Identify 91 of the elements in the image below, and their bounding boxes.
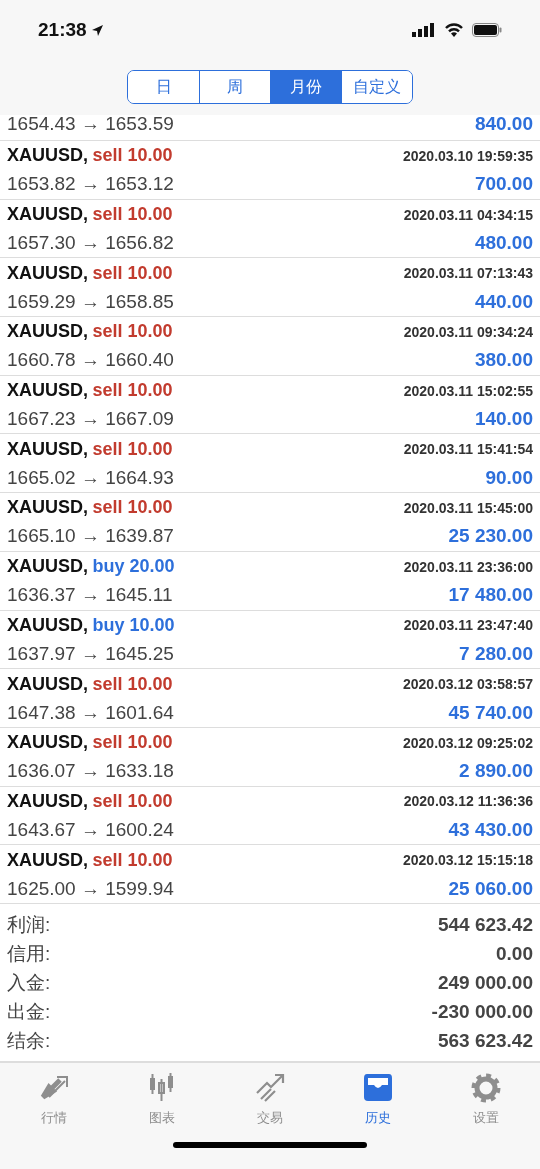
- summary-label: 信用:: [7, 941, 51, 966]
- signal-icon: [412, 23, 436, 37]
- order-volume: sell 10.00: [92, 380, 173, 401]
- price-range: 1665.02 → 1664.93: [7, 465, 174, 490]
- order-volume: sell 10.00: [92, 262, 173, 283]
- symbol-text: XAUUSD,: [7, 849, 88, 870]
- summary-value: 544 623.42: [437, 912, 533, 937]
- profit-value: 700.00: [474, 172, 533, 197]
- symbol-text: XAUUSD,: [7, 673, 88, 694]
- trade-time: 2020.03.12 09:25:02: [403, 733, 533, 753]
- order-volume: sell 10.00: [92, 673, 173, 694]
- order-volume: sell 10.00: [92, 732, 173, 753]
- order-volume: sell 10.00: [92, 438, 173, 459]
- trade-time: 2020.03.11 23:47:40: [403, 616, 533, 636]
- order-volume: sell 10.00: [92, 145, 173, 166]
- symbol-text: XAUUSD,: [7, 497, 88, 518]
- price-range: 1636.37 → 1645.11: [7, 583, 173, 608]
- order-volume: sell 10.00: [92, 204, 173, 225]
- summary-value: 563 623.42: [437, 1028, 533, 1053]
- trade-time: 2020.03.11 23:36:00: [403, 557, 533, 577]
- order-volume: buy 20.00: [92, 556, 175, 577]
- profit-value: 140.00: [474, 407, 533, 432]
- symbol-text: XAUUSD,: [7, 614, 88, 635]
- order-volume: sell 10.00: [92, 790, 173, 811]
- price-range: 1659.29 → 1658.85: [7, 289, 174, 314]
- profit-value: 380.00: [474, 348, 533, 373]
- battery-icon: [472, 23, 502, 37]
- period-tab[interactable]: 周: [199, 71, 270, 103]
- symbol-text: XAUUSD,: [7, 262, 88, 283]
- order-volume: sell 10.00: [92, 497, 173, 518]
- wifi-icon: [444, 22, 464, 38]
- trade-time: 2020.03.12 11:36:36: [403, 792, 533, 812]
- trade-time: 2020.03.12 15:15:18: [403, 851, 533, 871]
- symbol-text: XAUUSD,: [7, 790, 88, 811]
- profit-value: 440.00: [474, 289, 533, 314]
- profit-value: 25 060.00: [448, 876, 533, 901]
- price-range: 1665.10 → 1639.87: [7, 524, 174, 549]
- trade-time: 2020.03.11 15:45:00: [403, 498, 533, 518]
- profit-value: 90.00: [485, 465, 533, 490]
- profit-value: 43 430.00: [448, 817, 533, 842]
- summary-label: 出金:: [7, 999, 51, 1024]
- location-arrow-icon: [90, 23, 104, 37]
- price-range: 1637.97 → 1645.25: [7, 641, 174, 666]
- profit-value: 7 280.00: [459, 641, 533, 666]
- order-volume: sell 10.00: [92, 321, 173, 342]
- price-range: 1657.30 → 1656.82: [7, 231, 174, 256]
- profit-value: 25 230.00: [448, 524, 533, 549]
- tab-bar-item[interactable]: 历史: [324, 1062, 432, 1129]
- tab-bar-item[interactable]: 图表: [108, 1062, 216, 1129]
- summary-value: 0.00: [496, 941, 533, 966]
- summary-label: 利润:: [7, 912, 51, 937]
- profit-value: 17 480.00: [448, 583, 533, 608]
- trade-time: 2020.03.11 15:41:54: [403, 440, 533, 460]
- symbol-text: XAUUSD,: [7, 145, 88, 166]
- trade-time: 2020.03.10 19:59:35: [403, 146, 533, 166]
- profit-value: 2 890.00: [459, 759, 533, 784]
- order-volume: buy 10.00: [92, 614, 175, 635]
- period-tab[interactable]: 自定义: [341, 71, 412, 103]
- price-range: 1647.38 → 1601.64: [7, 700, 174, 725]
- symbol-text: XAUUSD,: [7, 732, 88, 753]
- symbol-text: XAUUSD,: [7, 380, 88, 401]
- trade-time: 2020.03.11 04:34:15: [403, 205, 533, 225]
- trade-time: 2020.03.11 15:02:55: [403, 381, 533, 401]
- symbol-text: XAUUSD,: [7, 321, 88, 342]
- summary-label: 入金:: [7, 970, 51, 995]
- price-range: 1660.78 → 1660.40: [7, 348, 174, 373]
- trade-time: 2020.03.11 09:34:24: [403, 322, 533, 342]
- price-range: 1625.00 → 1599.94: [7, 876, 174, 901]
- price-range: 1654.43 → 1653.59: [7, 112, 174, 136]
- period-tab[interactable]: 日: [128, 71, 199, 103]
- period-tab[interactable]: 月份: [270, 71, 341, 103]
- trade-time: 2020.03.12 03:58:57: [403, 675, 533, 695]
- symbol-text: XAUUSD,: [7, 204, 88, 225]
- profit-value: 840.00: [474, 112, 533, 136]
- symbol-text: XAUUSD,: [7, 556, 88, 577]
- trade-time: 2020.03.11 07:13:43: [403, 264, 533, 284]
- order-volume: sell 10.00: [92, 849, 173, 870]
- summary-value: -230 000.00: [431, 999, 533, 1024]
- tab-bar-item[interactable]: 设置: [432, 1062, 540, 1129]
- summary-value: 249 000.00: [437, 970, 533, 995]
- symbol-text: XAUUSD,: [7, 438, 88, 459]
- price-range: 1653.82 → 1653.12: [7, 172, 174, 197]
- profit-value: 480.00: [474, 231, 533, 256]
- summary-label: 结余:: [7, 1028, 51, 1053]
- tab-bar-item[interactable]: 行情: [0, 1062, 108, 1129]
- price-range: 1667.23 → 1667.09: [7, 407, 174, 432]
- price-range: 1643.67 → 1600.24: [7, 817, 174, 842]
- price-range: 1636.07 → 1633.18: [7, 759, 174, 784]
- profit-value: 45 740.00: [448, 700, 533, 725]
- status-time: 21:38: [38, 17, 87, 42]
- tab-bar-item[interactable]: 交易: [216, 1062, 324, 1129]
